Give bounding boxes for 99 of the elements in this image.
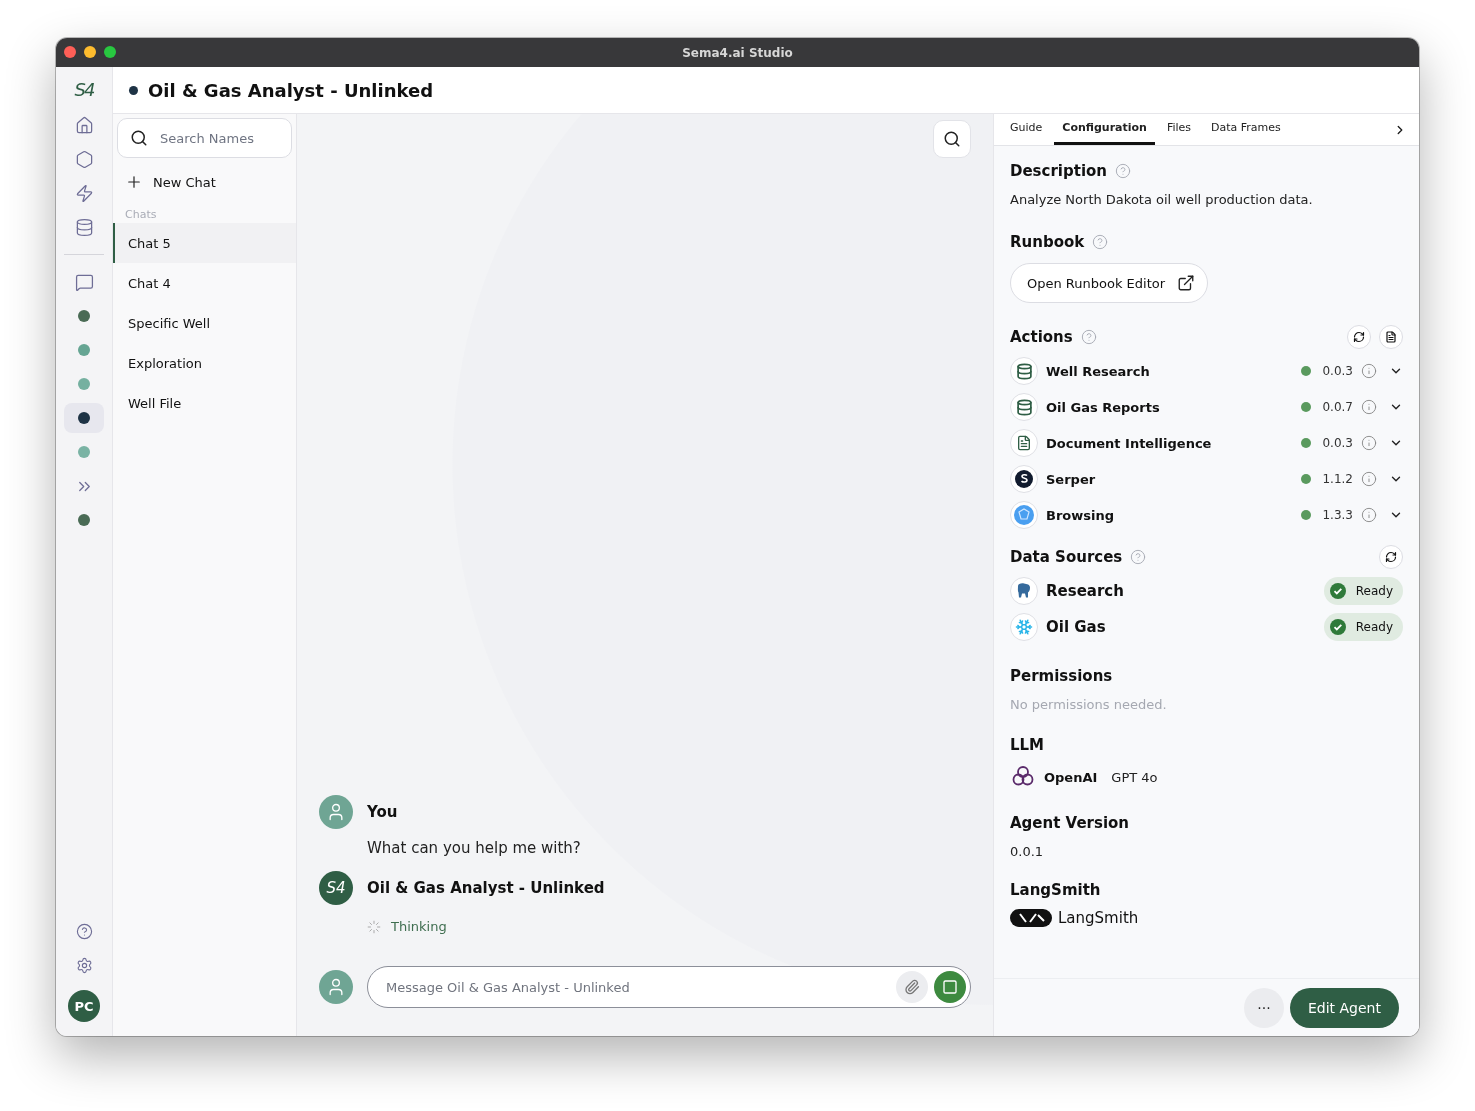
refresh-icon bbox=[1385, 551, 1397, 563]
thinking-status: Thinking bbox=[391, 919, 447, 934]
section-title: LLM bbox=[1010, 736, 1045, 754]
plus-icon bbox=[125, 173, 143, 191]
message-input[interactable]: Message Oil & Gas Analyst - Unlinked bbox=[384, 978, 890, 996]
section-title: Data Sources bbox=[1010, 548, 1123, 566]
close-window-button[interactable] bbox=[64, 46, 76, 58]
stop-button[interactable] bbox=[934, 971, 966, 1003]
new-chat-button[interactable]: New Chat bbox=[113, 170, 296, 194]
action-version: 0.0.7 bbox=[1321, 400, 1353, 414]
agent-title: Oil & Gas Analyst - Unlinked bbox=[148, 79, 434, 101]
user-avatar bbox=[319, 970, 353, 1004]
status-dot bbox=[129, 85, 138, 95]
chat-item[interactable]: Exploration bbox=[113, 343, 296, 383]
edit-agent-button[interactable]: Edit Agent bbox=[1290, 987, 1399, 1028]
info-icon[interactable] bbox=[1361, 507, 1377, 523]
action-version: 1.1.2 bbox=[1321, 472, 1353, 486]
search-field[interactable]: Search Names bbox=[117, 118, 292, 158]
document-icon bbox=[1016, 435, 1032, 451]
data-icon bbox=[74, 217, 94, 237]
data-source-name: Research bbox=[1046, 582, 1125, 600]
info-icon[interactable] bbox=[1361, 363, 1377, 379]
document-icon bbox=[1385, 331, 1397, 343]
section-title: Agent Version bbox=[1010, 814, 1129, 832]
action-version: 0.0.3 bbox=[1321, 364, 1353, 378]
section-title: Permissions bbox=[1010, 667, 1113, 685]
settings-icon bbox=[75, 956, 93, 974]
section-title: Description bbox=[1010, 162, 1108, 180]
message-author: You bbox=[367, 803, 399, 821]
database-icon bbox=[1015, 362, 1033, 380]
info-icon[interactable] bbox=[1361, 399, 1377, 415]
agents-icon bbox=[74, 149, 94, 169]
action-name: Well Research bbox=[1046, 363, 1151, 379]
action-name: Oil Gas Reports bbox=[1046, 399, 1161, 415]
search-icon bbox=[943, 130, 961, 148]
actions-icon bbox=[74, 183, 94, 203]
document-button[interactable] bbox=[1379, 325, 1403, 349]
check-icon bbox=[1329, 583, 1346, 599]
agent-button[interactable] bbox=[64, 403, 104, 433]
minimize-window-button[interactable] bbox=[84, 46, 96, 58]
open-runbook-button[interactable]: Open Runbook Editor bbox=[1010, 263, 1209, 303]
info-icon[interactable] bbox=[1361, 471, 1377, 487]
llm-provider: OpenAI bbox=[1044, 769, 1098, 785]
paperclip-icon bbox=[904, 979, 920, 995]
data-source-name: Oil Gas bbox=[1046, 618, 1107, 636]
langsmith-logo-icon bbox=[1010, 909, 1052, 927]
globe-icon bbox=[1013, 504, 1035, 526]
help-icon bbox=[75, 922, 93, 940]
user-avatar[interactable]: PC bbox=[68, 990, 100, 1022]
chat-icon bbox=[74, 272, 94, 292]
message-text: What can you help me with? bbox=[367, 839, 582, 857]
window-title: Sema4.ai Studio bbox=[682, 45, 793, 60]
ready-badge: Ready bbox=[1323, 613, 1403, 641]
refresh-button[interactable] bbox=[1347, 325, 1371, 349]
chat-item[interactable]: Specific Well bbox=[113, 303, 296, 343]
zoom-window-button[interactable] bbox=[104, 46, 116, 58]
search-icon bbox=[130, 129, 148, 147]
chat-item[interactable]: Well File bbox=[113, 383, 296, 423]
chat-item[interactable]: Chat 5 bbox=[113, 223, 296, 263]
info-icon[interactable] bbox=[1361, 435, 1377, 451]
refresh-button[interactable] bbox=[1379, 545, 1403, 569]
section-title: Runbook bbox=[1010, 233, 1085, 251]
agent-version: 0.0.1 bbox=[1010, 844, 1045, 859]
panel-tab[interactable]: Data Frames bbox=[1203, 121, 1289, 145]
message-author: Oil & Gas Analyst - Unlinked bbox=[367, 879, 606, 897]
permissions-text: No permissions needed. bbox=[1010, 697, 1168, 712]
section-title: Actions bbox=[1010, 328, 1073, 346]
search-button[interactable] bbox=[933, 120, 971, 158]
panel-tab[interactable]: Configuration bbox=[1054, 121, 1155, 145]
action-name: Document Intelligence bbox=[1046, 435, 1213, 451]
refresh-icon bbox=[1353, 331, 1365, 343]
check-icon bbox=[1329, 619, 1346, 635]
action-name: Serper bbox=[1046, 471, 1097, 487]
agent-avatar: S4 bbox=[319, 871, 353, 905]
langsmith-label: LangSmith bbox=[1058, 909, 1139, 927]
database-icon bbox=[1015, 398, 1033, 416]
spinner-icon bbox=[367, 919, 381, 934]
s-logo-icon bbox=[1014, 469, 1034, 489]
message-field[interactable]: Message Oil & Gas Analyst - Unlinked bbox=[367, 966, 971, 1008]
action-name: Browsing bbox=[1046, 507, 1115, 523]
section-title: LangSmith bbox=[1010, 881, 1101, 899]
action-version: 0.0.3 bbox=[1321, 436, 1353, 450]
stop-icon bbox=[942, 979, 958, 995]
section-label: Chats bbox=[124, 208, 158, 221]
app-logo: S4 bbox=[74, 79, 94, 100]
attach-button[interactable] bbox=[896, 971, 928, 1003]
ready-badge: Ready bbox=[1323, 577, 1403, 605]
more-button[interactable]: ··· bbox=[1244, 987, 1284, 1028]
home-icon bbox=[74, 115, 94, 135]
user-avatar bbox=[319, 795, 353, 829]
external-link-icon bbox=[1177, 274, 1196, 292]
snowflake-icon bbox=[1015, 618, 1033, 636]
llm-model: GPT 4o bbox=[1111, 769, 1158, 785]
panel-tab[interactable]: Files bbox=[1158, 121, 1200, 145]
panel-tab[interactable]: Guide bbox=[1002, 121, 1051, 145]
description-text: Analyze North Dakota oil well production data. bbox=[1010, 192, 1314, 207]
search-input[interactable]: Search Names bbox=[158, 129, 278, 147]
action-version: 1.3.3 bbox=[1321, 508, 1353, 522]
chat-item[interactable]: Chat 4 bbox=[113, 263, 296, 303]
